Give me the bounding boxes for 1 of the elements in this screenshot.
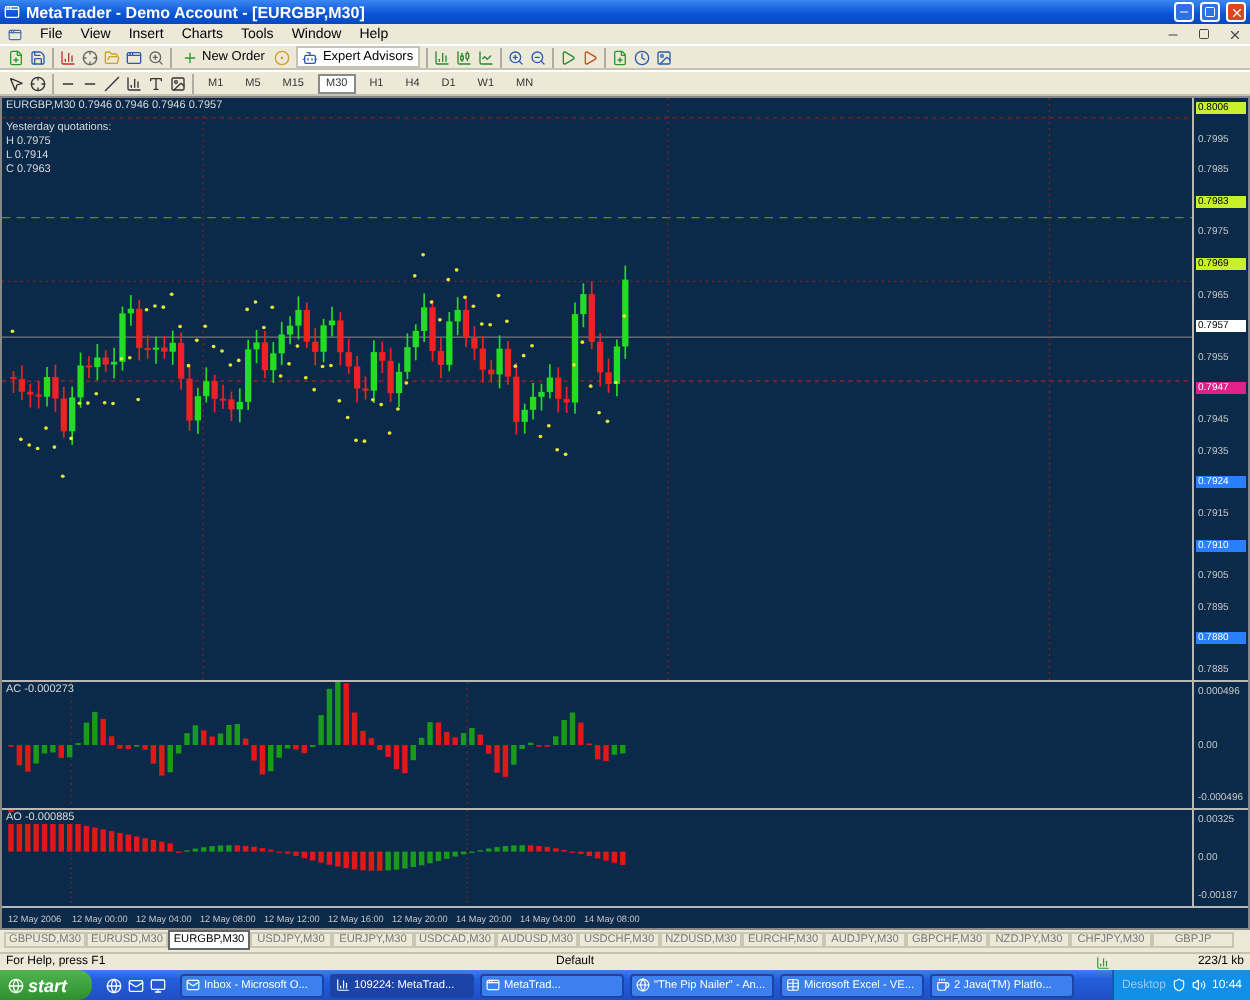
window-title: MetaTrader - Demo Account - [EURGBP,M30]	[26, 3, 367, 21]
